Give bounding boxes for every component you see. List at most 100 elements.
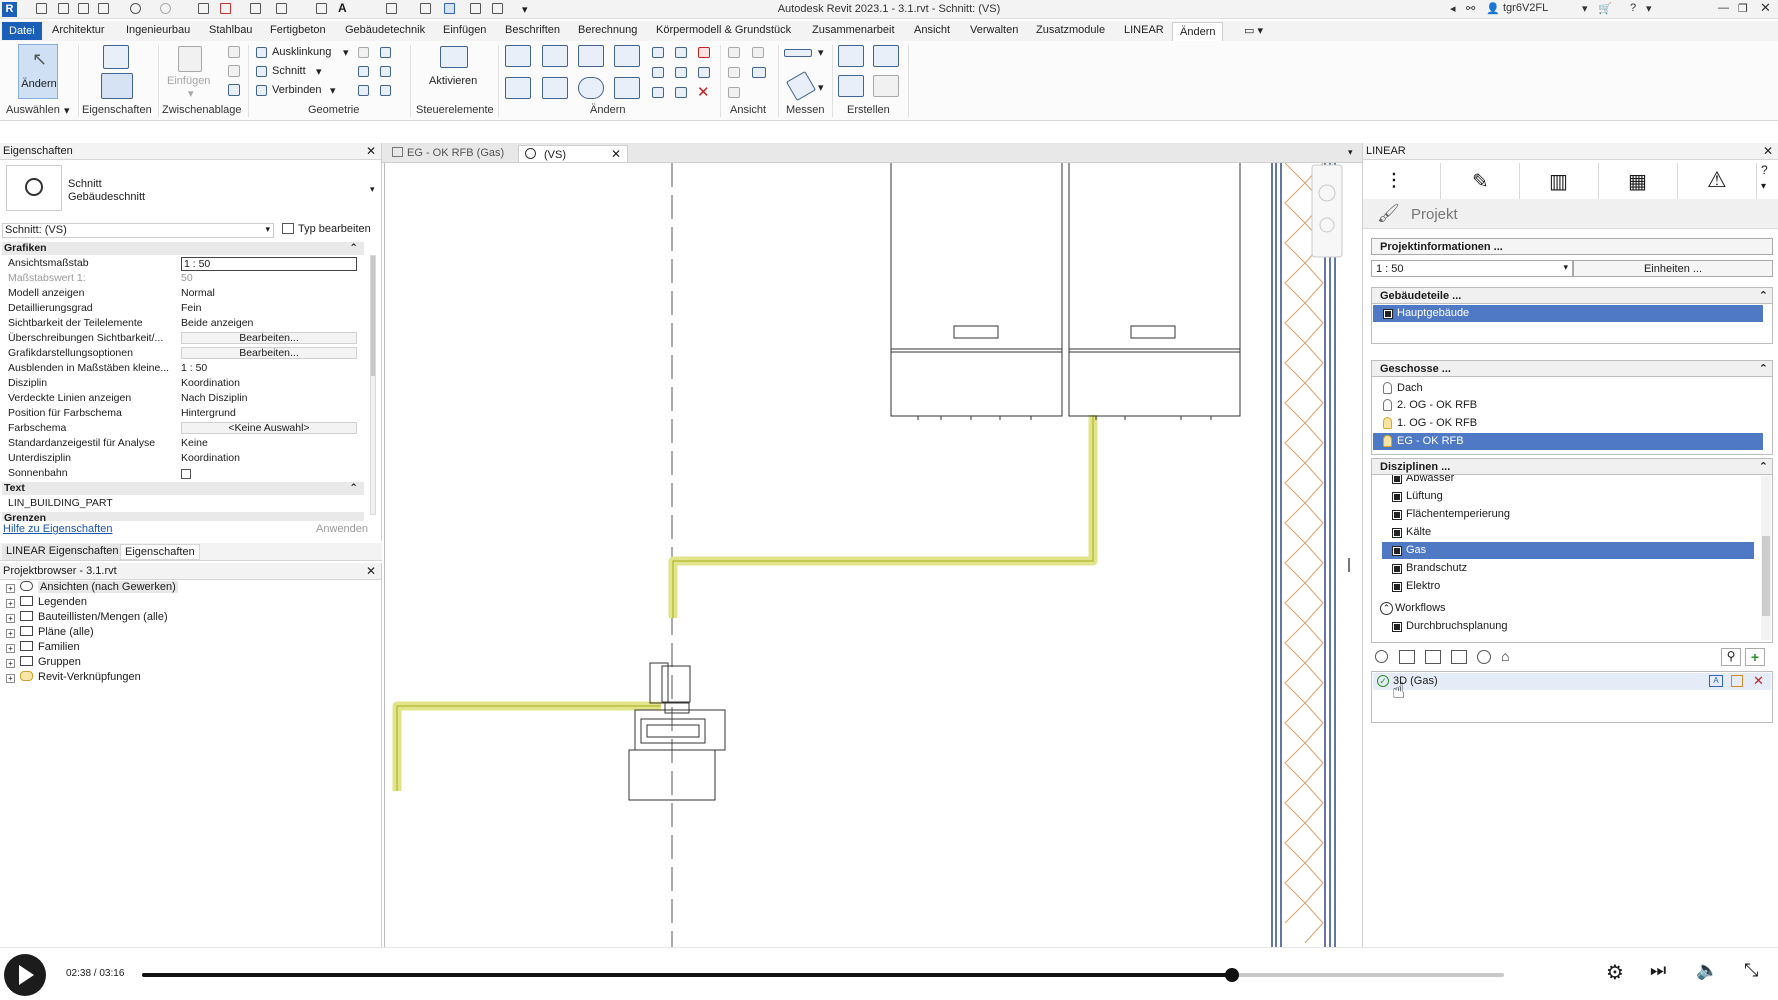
close-window-icon[interactable]: ✕: [1760, 0, 1771, 16]
prop-row[interactable]: Ansichtsmaßstab 1 : 50: [4, 257, 364, 271]
expand-icon[interactable]: +: [6, 629, 15, 638]
properties-icon[interactable]: [101, 73, 133, 99]
expand-icon[interactable]: +: [6, 659, 15, 668]
play-button[interactable]: [4, 954, 46, 996]
filter-lines-icon[interactable]: [752, 67, 766, 78]
create-parts-icon[interactable]: [873, 45, 899, 67]
apply-button[interactable]: Anwenden: [316, 523, 368, 535]
checkbox-icon[interactable]: [1383, 309, 1393, 319]
hide-element-icon[interactable]: [728, 47, 740, 58]
sheet-view-icon[interactable]: [1451, 650, 1467, 664]
delete-icon[interactable]: ✕: [697, 83, 710, 101]
wall-joins-icon[interactable]: [358, 47, 369, 58]
tab-einfuegen[interactable]: Einfügen: [443, 24, 486, 36]
section-grafiken[interactable]: Grafiken ⌃: [2, 242, 364, 255]
beam-join-icon[interactable]: [380, 85, 391, 96]
paste-dropdown-icon[interactable]: ▾: [188, 87, 194, 100]
checkbox-icon[interactable]: [1392, 564, 1402, 574]
prop-value[interactable]: Beide anzeigen: [181, 317, 357, 329]
type-selector-dropdown-icon[interactable]: ▾: [370, 184, 375, 195]
split-gap-icon[interactable]: [675, 47, 687, 58]
view-scale-input[interactable]: 1 : 50: [181, 257, 357, 271]
join-icon[interactable]: [256, 85, 267, 96]
tab-datei[interactable]: Datei: [2, 22, 42, 40]
user-dropdown-icon[interactable]: ▾: [1582, 2, 1588, 15]
fullscreen-exit-icon[interactable]: ⤡: [1744, 960, 1758, 981]
prop-row[interactable]: Überschreibungen Sichtbarkeit/... Bearbei…: [4, 332, 364, 345]
cut-geometry-button[interactable]: Schnitt: [272, 65, 306, 77]
mirror-axis-icon[interactable]: [578, 45, 604, 67]
trim-icon[interactable]: [614, 77, 640, 99]
collapse-text-icon[interactable]: ⌃: [349, 482, 358, 494]
user-icon[interactable]: 👤: [1486, 2, 1500, 15]
tree-item-familien[interactable]: + Familien: [6, 641, 80, 653]
prop-row[interactable]: Modell anzeigen Normal: [4, 287, 364, 300]
tab-aendern[interactable]: Ändern: [1172, 22, 1224, 41]
workflows-group[interactable]: ⌃ Workflows: [1373, 600, 1753, 617]
3d-box-icon[interactable]: [1375, 650, 1388, 663]
cut-icon[interactable]: [228, 46, 240, 58]
units-button[interactable]: Einheiten ...: [1573, 260, 1773, 277]
add-icon[interactable]: +: [1745, 648, 1765, 666]
prop-value[interactable]: Fein: [181, 302, 357, 314]
prop-row[interactable]: Verdeckte Linien anzeigen Nach Disziplin: [4, 392, 364, 405]
aligned-dimension-icon[interactable]: [785, 70, 817, 102]
tab-fertigbeton[interactable]: Fertigbeton: [270, 24, 326, 36]
list-item-durchbruchsplanung[interactable]: Durchbruchsplanung: [1382, 618, 1754, 635]
settings-gear-icon[interactable]: ⚙: [1606, 960, 1624, 985]
offset-icon[interactable]: [542, 45, 568, 67]
settings-small-icon[interactable]: [1731, 675, 1743, 687]
unpin-icon[interactable]: [698, 47, 710, 58]
grid-button[interactable]: ▦: [1600, 163, 1678, 199]
prop-value[interactable]: 1 : 50: [181, 362, 357, 374]
section-grenzen[interactable]: Grenzen: [2, 512, 364, 521]
library-button[interactable]: ▥: [1521, 163, 1599, 199]
tab-gebaeudetechnik[interactable]: Gebäudetechnik: [345, 24, 425, 36]
lightbulb-off-icon[interactable]: [1383, 382, 1392, 394]
color-scheme-button[interactable]: <Keine Auswahl>: [181, 422, 357, 434]
properties-close-icon[interactable]: ✕: [366, 144, 376, 158]
prop-row[interactable]: Detaillierungsgrad Fein: [4, 302, 364, 315]
video-progress-knob[interactable]: [1224, 968, 1239, 982]
view-tabs-menu-icon[interactable]: ▾: [1342, 145, 1359, 162]
tab-verwalten[interactable]: Verwalten: [970, 24, 1018, 36]
prop-value[interactable]: Nach Disziplin: [181, 392, 357, 404]
list-item-eg[interactable]: EG - OK RFB: [1373, 433, 1763, 450]
prop-row[interactable]: Standardanzeigestil für Analyse Keine: [4, 437, 364, 450]
override-graphics-icon[interactable]: [752, 47, 764, 58]
rename-icon[interactable]: A: [1709, 675, 1723, 687]
join-roof-icon[interactable]: [358, 66, 369, 77]
group-eigenschaften[interactable]: Eigenschaften: [82, 104, 152, 116]
list-item-kaelte[interactable]: Kälte: [1382, 524, 1754, 541]
section-text[interactable]: Text ⌃: [2, 482, 364, 495]
help-icon[interactable]: ?: [1630, 2, 1636, 14]
collapse-gebaeudeteile-icon[interactable]: ⌃: [1759, 289, 1768, 302]
tree-item-ansichten[interactable]: + Ansichten (nach Gewerken): [6, 581, 178, 593]
expand-icon[interactable]: +: [6, 674, 15, 683]
expand-icon[interactable]: +: [6, 599, 15, 608]
lightbulb-on-icon[interactable]: [1383, 417, 1392, 429]
skip-forward-icon[interactable]: ⏭: [1650, 960, 1666, 981]
tab-zusatzmodule[interactable]: Zusatzmodule: [1036, 24, 1105, 36]
disziplinen-scroll-thumb[interactable]: [1762, 536, 1770, 616]
disziplinen-header[interactable]: Disziplinen ... ⌃: [1371, 458, 1773, 475]
view-tab-eg-gas[interactable]: EG - OK RFB (Gas): [386, 145, 510, 162]
checkbox-icon[interactable]: [1392, 582, 1402, 592]
create-assembly-icon[interactable]: [838, 45, 864, 67]
graphic-options-edit-button[interactable]: Bearbeiten...: [181, 347, 357, 359]
plan-icon[interactable]: [1399, 650, 1415, 664]
tab-architektur[interactable]: Architektur: [52, 24, 105, 36]
tab-koerpermodell[interactable]: Körpermodell & Grundstück: [656, 24, 791, 36]
ribbon-options-icon[interactable]: ▭ ▾: [1244, 24, 1263, 37]
group-zwischenablage[interactable]: Zwischenablage: [162, 104, 242, 116]
create-group-icon[interactable]: [838, 75, 864, 97]
group-messen[interactable]: Messen: [786, 104, 825, 116]
gebaeudeteile-header[interactable]: Gebäudeteile ... ⌃: [1371, 287, 1773, 304]
collapse-geschosse-icon[interactable]: ⌃: [1759, 362, 1768, 375]
group-steuerelemente[interactable]: Steuerelemente: [416, 104, 494, 116]
measure-distance-icon[interactable]: [784, 49, 812, 57]
paste-icon[interactable]: [178, 46, 202, 72]
prop-value[interactable]: Normal: [181, 287, 357, 299]
section-view-button-icon[interactable]: [1425, 650, 1441, 664]
expand-icon[interactable]: +: [6, 584, 15, 593]
